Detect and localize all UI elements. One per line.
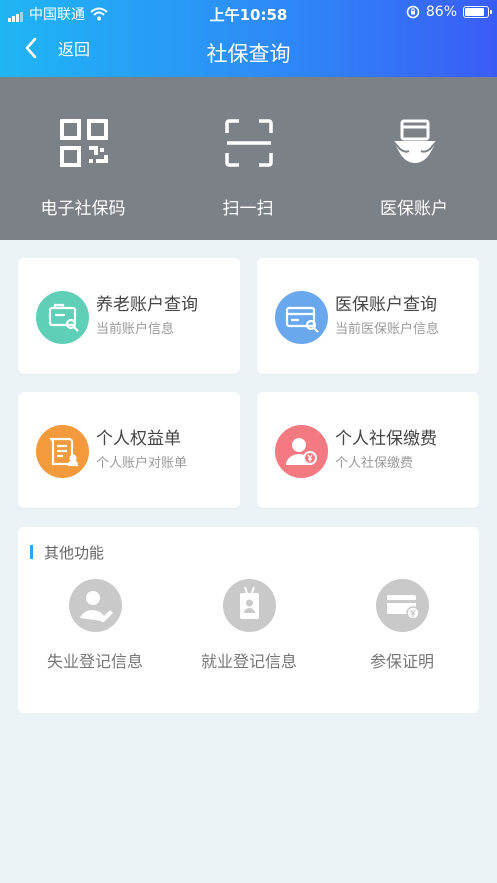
card-subtitle: 个人社保缴费 — [335, 456, 414, 471]
other-item-label: 参保证明 — [369, 652, 434, 671]
other-functions-panel: 其他功能 失业登记信息 就业登记信息 参保证明 — [18, 527, 479, 713]
card-title: 个人社保缴费 — [335, 429, 437, 449]
other-item-label: 失业登记信息 — [46, 652, 143, 671]
statement-icon — [36, 425, 89, 478]
status-right: 86% — [406, 4, 492, 20]
other-item-insurance-certificate[interactable]: 参保证明 — [325, 579, 479, 679]
quick-action-social-security-code[interactable]: 电子社保码 — [0, 77, 166, 240]
card-title: 个人权益单 — [96, 429, 181, 449]
section-accent-bar — [30, 545, 33, 559]
other-item-employment-registration[interactable]: 就业登记信息 — [172, 579, 326, 679]
quick-actions-bar: 电子社保码 扫一扫 医保账户 — [0, 77, 497, 240]
status-bar: 中国联通 上午10:58 86% — [0, 0, 497, 26]
rotation-lock-icon — [406, 5, 420, 19]
medical-card-icon — [275, 291, 328, 344]
card-title: 医保账户查询 — [335, 295, 437, 315]
card-hands-icon — [389, 117, 441, 169]
card-pension-account[interactable]: 养老账户查询 当前账户信息 — [18, 258, 240, 374]
pension-account-icon — [36, 291, 89, 344]
card-medical-account[interactable]: 医保账户查询 当前医保账户信息 — [257, 258, 479, 374]
battery-percent: 86% — [425, 4, 457, 20]
quick-action-label: 医保账户 — [380, 199, 448, 219]
card-subtitle: 个人账户对账单 — [96, 456, 188, 471]
quick-action-scan[interactable]: 扫一扫 — [165, 77, 331, 240]
other-item-label: 就业登记信息 — [200, 652, 297, 671]
card-yen-icon — [376, 579, 429, 632]
user-edit-icon — [69, 579, 122, 632]
battery-icon — [463, 6, 492, 18]
id-badge-icon — [223, 579, 276, 632]
payment-user-icon — [275, 425, 328, 478]
quick-action-label: 扫一扫 — [222, 199, 274, 219]
other-item-unemployment-registration[interactable]: 失业登记信息 — [18, 579, 172, 679]
card-subtitle: 当前账户信息 — [96, 322, 175, 337]
qr-code-icon — [58, 117, 110, 169]
card-personal-statement[interactable]: 个人权益单 个人账户对账单 — [18, 392, 240, 508]
quick-action-medical-account[interactable]: 医保账户 — [331, 77, 497, 240]
quick-action-label: 电子社保码 — [40, 199, 126, 219]
card-subtitle: 当前医保账户信息 — [335, 322, 440, 337]
page-title: 社保查询 — [206, 42, 291, 66]
card-social-security-payment[interactable]: 个人社保缴费 个人社保缴费 — [257, 392, 479, 508]
section-heading: 其他功能 — [44, 544, 105, 562]
scan-icon — [223, 117, 275, 169]
card-title: 养老账户查询 — [96, 295, 198, 315]
nav-bar: 返回 社保查询 — [0, 26, 497, 77]
